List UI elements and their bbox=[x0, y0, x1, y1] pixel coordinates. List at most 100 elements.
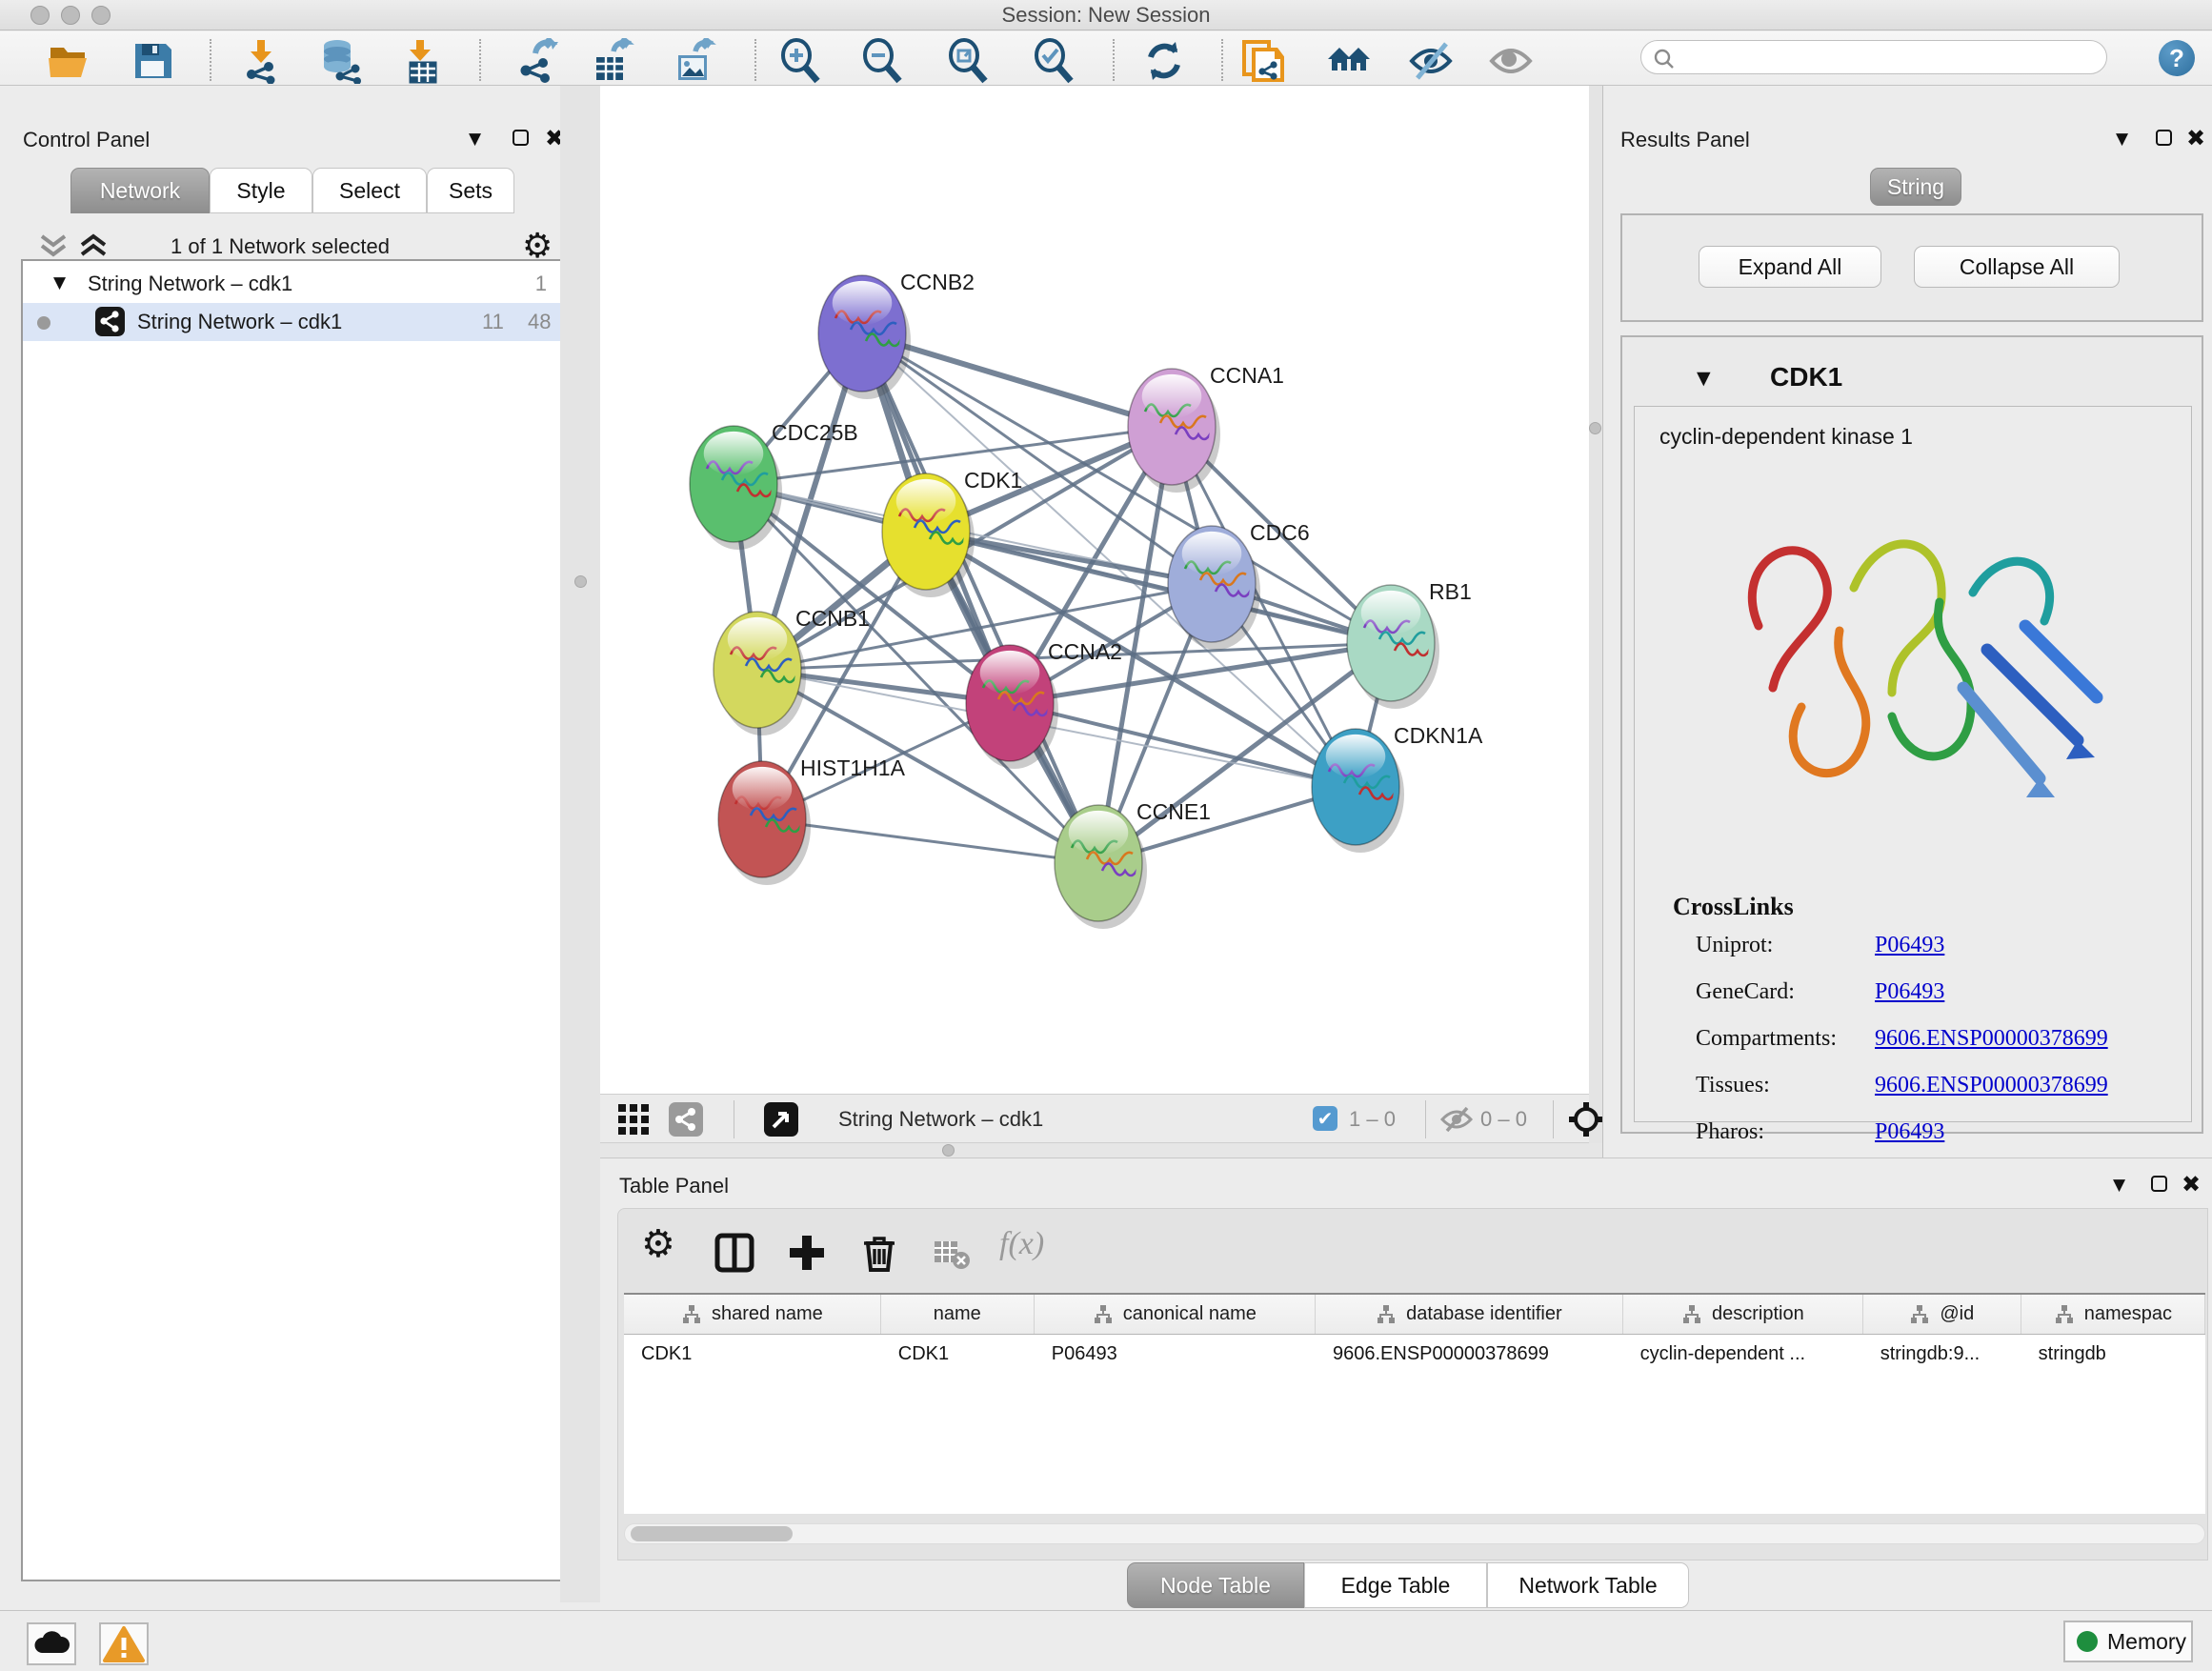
network-node-CCNA1[interactable]: CCNA1 bbox=[1128, 363, 1284, 493]
network-node-RB1[interactable]: RB1 bbox=[1347, 579, 1472, 709]
network-row-selected[interactable]: String Network – cdk1 11 48 bbox=[23, 303, 560, 341]
memory-button[interactable]: Memory bbox=[2063, 1621, 2193, 1662]
open-session-icon[interactable] bbox=[46, 38, 91, 84]
delete-column-icon[interactable] bbox=[858, 1232, 902, 1276]
edge-CDK1-RB1[interactable] bbox=[926, 532, 1391, 643]
function-builder-icon[interactable]: f(x) bbox=[999, 1226, 1043, 1270]
network-node-CDC25B[interactable]: CDC25B bbox=[690, 420, 858, 550]
zoom-out-icon[interactable] bbox=[859, 38, 905, 84]
column-header-shared-name[interactable]: shared name bbox=[624, 1295, 881, 1334]
column-header--id[interactable]: @id bbox=[1863, 1295, 2021, 1334]
network-node-HIST1H1A[interactable]: HIST1H1A bbox=[718, 755, 906, 885]
crosslink-value-link[interactable]: 9606.ENSP00000378699 bbox=[1875, 1026, 2108, 1052]
control-panel-maximize-icon[interactable] bbox=[513, 130, 529, 146]
import-network-icon[interactable] bbox=[238, 38, 284, 84]
expand-all-button[interactable]: Expand All bbox=[1699, 246, 1881, 288]
network-node-CDKN1A[interactable]: CDKN1A bbox=[1312, 723, 1483, 853]
table-cell[interactable]: stringdb:9... bbox=[1863, 1335, 2021, 1373]
table-options-gear-icon[interactable]: ⚙ bbox=[641, 1222, 685, 1266]
zoom-fit-icon[interactable] bbox=[945, 38, 991, 84]
right-splitter-handle[interactable] bbox=[1589, 422, 1601, 434]
left-splitter-handle[interactable] bbox=[574, 575, 587, 588]
import-database-icon[interactable] bbox=[317, 38, 363, 84]
tab-edge-table[interactable]: Edge Table bbox=[1304, 1562, 1487, 1608]
crosslink-value-link[interactable]: P06493 bbox=[1875, 979, 1944, 1005]
toolbar-separator bbox=[1113, 39, 1115, 81]
add-column-icon[interactable] bbox=[786, 1232, 830, 1276]
collapse-all-button[interactable]: Collapse All bbox=[1914, 246, 2120, 288]
tab-network[interactable]: Network bbox=[70, 168, 210, 213]
results-panel-close-icon[interactable]: ✖ bbox=[2186, 130, 2205, 147]
network-node-CCNE1[interactable]: CCNE1 bbox=[1055, 799, 1211, 929]
crosslink-label: GeneCard: bbox=[1696, 979, 1875, 1005]
network-node-CDC6[interactable]: CDC6 bbox=[1168, 520, 1310, 650]
show-columns-icon[interactable] bbox=[714, 1232, 757, 1276]
tab-select[interactable]: Select bbox=[312, 168, 427, 213]
tab-style[interactable]: Style bbox=[210, 168, 312, 213]
table-panel-close-icon[interactable]: ✖ bbox=[2182, 1176, 2201, 1193]
column-header-name[interactable]: name bbox=[881, 1295, 1035, 1334]
show-all-icon[interactable] bbox=[1326, 38, 1372, 84]
results-panel-maximize-icon[interactable] bbox=[2156, 130, 2172, 146]
tab-node-table[interactable]: Node Table bbox=[1127, 1562, 1304, 1608]
table-row[interactable]: CDK1CDK1P064939606.ENSP00000378699cyclin… bbox=[624, 1335, 2205, 1373]
crosslink-value-link[interactable]: 9606.ENSP00000378699 bbox=[1875, 1073, 2108, 1098]
column-header-canonical-name[interactable]: canonical name bbox=[1035, 1295, 1316, 1334]
zoom-in-icon[interactable] bbox=[777, 38, 823, 84]
crosshair-icon[interactable] bbox=[1568, 1101, 1604, 1137]
gene-expander-icon[interactable]: ▼ bbox=[1697, 368, 1711, 389]
edge-CCNB2-CCNE1[interactable] bbox=[862, 333, 1098, 863]
results-panel-float-icon[interactable]: ▼ bbox=[2116, 130, 2128, 149]
cloud-status-button[interactable] bbox=[27, 1622, 76, 1665]
horizontal-splitter-handle[interactable] bbox=[942, 1144, 955, 1157]
column-header-description[interactable]: description bbox=[1623, 1295, 1863, 1334]
tab-sets[interactable]: Sets bbox=[427, 168, 514, 213]
save-session-icon[interactable] bbox=[130, 38, 175, 84]
tab-network-table[interactable]: Network Table bbox=[1487, 1562, 1689, 1608]
table-cell[interactable]: CDK1 bbox=[624, 1335, 881, 1373]
network-view-mode-icon[interactable] bbox=[669, 1102, 703, 1137]
refresh-icon[interactable] bbox=[1141, 38, 1187, 84]
table-cell[interactable]: P06493 bbox=[1035, 1335, 1316, 1373]
table-cell[interactable]: CDK1 bbox=[881, 1335, 1035, 1373]
table-cell[interactable]: cyclin-dependent ... bbox=[1623, 1335, 1863, 1373]
crosslink-row: Compartments:9606.ENSP00000378699 bbox=[1696, 1026, 2172, 1052]
crosslink-value-link[interactable]: P06493 bbox=[1875, 1119, 1944, 1145]
network-canvas[interactable]: CCNB2CCNA1CDC25BCDK1CDC6RB1CCNB1CCNA2CDK… bbox=[600, 86, 1589, 1094]
table-panel-title: Table Panel bbox=[619, 1174, 729, 1198]
hide-selected-icon[interactable] bbox=[1408, 38, 1454, 84]
crosslink-value-link[interactable]: P06493 bbox=[1875, 933, 1944, 958]
table-cell[interactable]: stringdb bbox=[2021, 1335, 2205, 1373]
export-image-icon[interactable] bbox=[671, 38, 716, 84]
column-header-label: database identifier bbox=[1406, 1303, 1561, 1325]
left-splitter[interactable] bbox=[560, 86, 600, 1602]
delete-table-icon[interactable] bbox=[931, 1232, 975, 1276]
show-gray-icon[interactable] bbox=[1488, 38, 1534, 84]
column-header-database-identifier[interactable]: database identifier bbox=[1316, 1295, 1623, 1334]
birds-eye-view-icon[interactable] bbox=[764, 1102, 798, 1137]
column-header-namespac[interactable]: namespac bbox=[2021, 1295, 2205, 1334]
tab-string[interactable]: String bbox=[1870, 168, 1961, 206]
zoom-selected-icon[interactable] bbox=[1031, 38, 1076, 84]
export-network-icon[interactable] bbox=[514, 38, 560, 84]
collection-expander-icon[interactable]: ▼ bbox=[53, 273, 66, 292]
control-panel-float-icon[interactable]: ▼ bbox=[469, 130, 481, 149]
help-icon[interactable]: ? bbox=[2159, 40, 2195, 76]
table-panel-float-icon[interactable]: ▼ bbox=[2113, 1176, 2125, 1195]
warning-status-button[interactable] bbox=[99, 1622, 149, 1665]
export-table-icon[interactable] bbox=[589, 38, 634, 84]
table-horizontal-scrollbar[interactable] bbox=[624, 1523, 2205, 1544]
search-input[interactable] bbox=[1683, 43, 2093, 71]
collection-label: String Network – cdk1 bbox=[88, 272, 292, 296]
selected-nodes-checkbox[interactable]: ✔ bbox=[1313, 1106, 1337, 1131]
table-panel-maximize-icon[interactable] bbox=[2151, 1176, 2167, 1192]
network-node-CCNB2[interactable]: CCNB2 bbox=[818, 270, 975, 399]
copy-network-icon[interactable] bbox=[1240, 38, 1286, 84]
column-header-label: shared name bbox=[712, 1303, 823, 1325]
import-table-icon[interactable] bbox=[399, 38, 445, 84]
grid-view-icon[interactable] bbox=[617, 1103, 650, 1136]
edge-HIST1H1A-CCNE1[interactable] bbox=[762, 819, 1098, 863]
network-collection-row[interactable]: ▼ String Network – cdk1 1 bbox=[23, 265, 560, 303]
table-cell[interactable]: 9606.ENSP00000378699 bbox=[1316, 1335, 1623, 1373]
scrollbar-thumb[interactable] bbox=[631, 1526, 793, 1541]
